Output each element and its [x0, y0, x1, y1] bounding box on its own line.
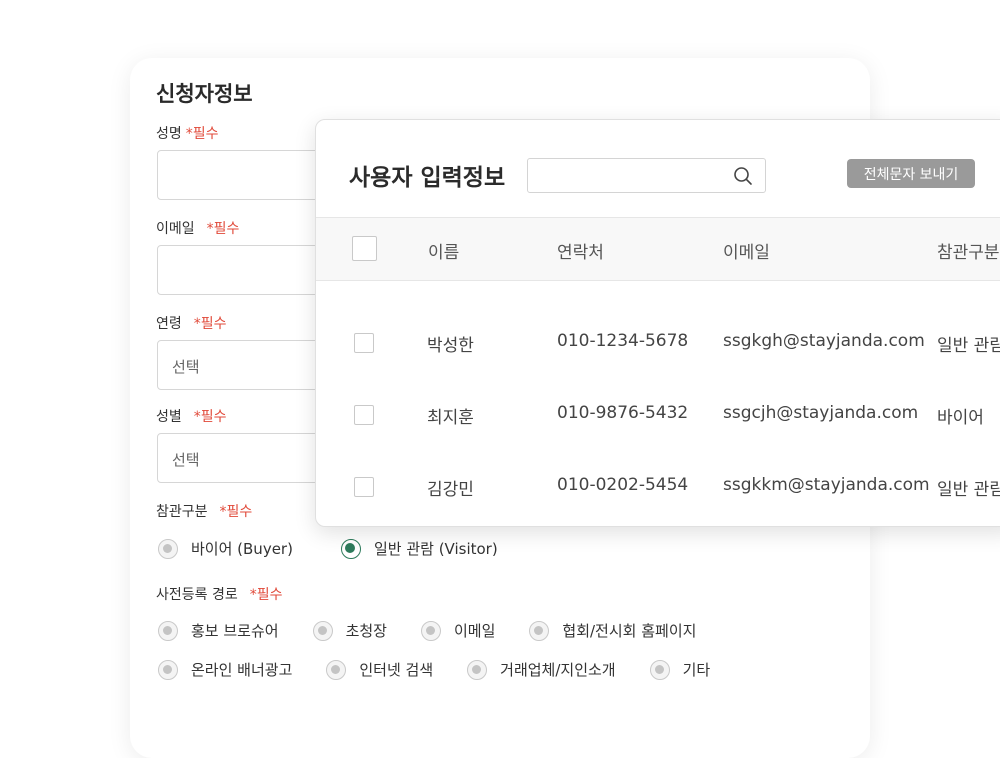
table-header: 이름 연락처 이메일 참관구분: [316, 217, 1000, 281]
radio-visitor[interactable]: 일반 관람 (Visitor): [340, 538, 498, 559]
row-name: 박성한: [427, 336, 474, 356]
email-label: 이메일 *필수: [156, 221, 240, 237]
radio-buyer[interactable]: 바이어 (Buyer): [158, 538, 293, 559]
radio-circle-icon: [158, 538, 178, 559]
radio-internet-search[interactable]: 인터넷 검색: [326, 659, 433, 680]
age-select-value: 선택: [172, 358, 200, 376]
row-phone: 010-0202-5454: [557, 475, 689, 495]
radio-circle-icon: [312, 620, 333, 641]
age-label: 연령 *필수: [156, 316, 227, 332]
column-header-name: 이름: [428, 243, 460, 263]
radio-email[interactable]: 이메일: [420, 620, 495, 641]
radio-brochure[interactable]: 홍보 브로슈어: [158, 620, 279, 641]
required-mark: *필수: [219, 504, 253, 520]
required-mark: *필수: [249, 587, 283, 603]
search-input[interactable]: [527, 158, 766, 193]
row-email: ssgcjh@stayjanda.com: [723, 403, 919, 423]
route-label: 사전등록 경로 *필수: [156, 587, 283, 603]
select-all-checkbox[interactable]: [352, 236, 377, 261]
row-checkbox[interactable]: [354, 333, 374, 353]
visit-type-options: 바이어 (Buyer) 일반 관람 (Visitor): [158, 538, 524, 559]
radio-invitation[interactable]: 초청장: [312, 620, 387, 641]
row-checkbox[interactable]: [354, 477, 374, 497]
radio-circle-icon: [649, 659, 670, 680]
radio-circle-icon: [158, 620, 178, 641]
table-row: 박성한 010-1234-5678 ssgkgh@stayjanda.com 일…: [316, 313, 1000, 373]
row-phone: 010-9876-5432: [557, 403, 689, 423]
route-options-row-1: 홍보 브로슈어 초청장 이메일 협회/전시회 홈페이지: [158, 620, 722, 641]
panel-title: 사용자 입력정보: [349, 165, 506, 191]
radio-circle-icon: [326, 659, 347, 680]
user-info-panel: 사용자 입력정보 전체문자 보내기 이름 연락처 이메일 참관구분 박성한 01…: [315, 119, 1000, 527]
gender-label: 성별 *필수: [156, 409, 227, 425]
radio-online-banner[interactable]: 온라인 배너광고: [158, 659, 292, 680]
column-header-email: 이메일: [723, 243, 770, 263]
row-type: 일반 관람: [937, 480, 1000, 500]
table-row: 김강민 010-0202-5454 ssgkkm@stayjanda.com 일…: [316, 457, 1000, 517]
name-label: 성명 *필수: [156, 126, 219, 142]
row-type: 바이어: [937, 408, 984, 428]
radio-selected-icon: [340, 538, 361, 559]
radio-circle-icon: [529, 620, 550, 641]
row-name: 최지훈: [427, 408, 474, 428]
send-all-sms-button[interactable]: 전체문자 보내기: [847, 159, 975, 188]
radio-homepage[interactable]: 협회/전시회 홈페이지: [529, 620, 696, 641]
radio-circle-icon: [467, 659, 488, 680]
radio-referral[interactable]: 거래업체/지인소개: [467, 659, 616, 680]
gender-select-value: 선택: [172, 451, 200, 469]
table-row: 최지훈 010-9876-5432 ssgcjh@stayjanda.com 바…: [316, 385, 1000, 445]
required-mark: *필수: [193, 316, 227, 332]
radio-circle-icon: [420, 620, 441, 641]
row-email: ssgkgh@stayjanda.com: [723, 331, 925, 351]
row-name: 김강민: [427, 480, 474, 500]
form-title: 신청자정보: [156, 82, 253, 106]
required-mark: *필수: [185, 126, 219, 142]
required-mark: *필수: [193, 409, 227, 425]
row-checkbox[interactable]: [354, 405, 374, 425]
column-header-phone: 연락처: [557, 243, 604, 263]
required-mark: *필수: [206, 221, 240, 237]
radio-other[interactable]: 기타: [649, 659, 710, 680]
visit-type-label: 참관구분 *필수: [156, 504, 253, 520]
search-icon[interactable]: [733, 166, 753, 190]
row-email: ssgkkm@stayjanda.com: [723, 475, 930, 495]
route-options-row-2: 온라인 배너광고 인터넷 검색 거래업체/지인소개 기타: [158, 659, 736, 680]
column-header-type: 참관구분: [937, 243, 1000, 263]
row-phone: 010-1234-5678: [557, 331, 689, 351]
row-type: 일반 관람: [937, 336, 1000, 356]
radio-selected-icon: [158, 659, 178, 680]
